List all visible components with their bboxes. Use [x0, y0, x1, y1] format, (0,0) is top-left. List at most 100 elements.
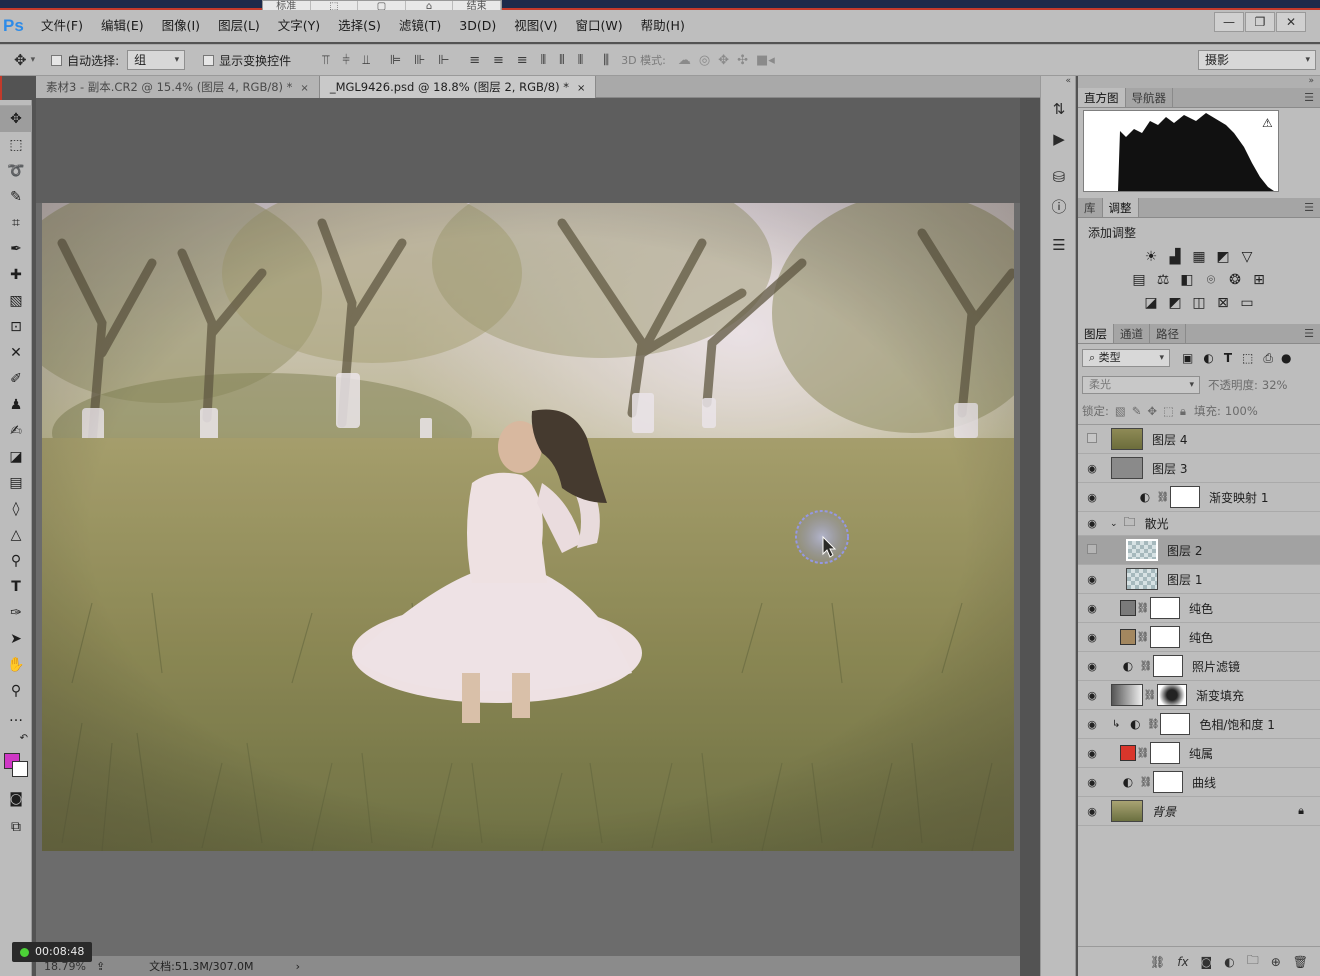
filter-pixel-icon[interactable]: ▣ — [1182, 351, 1193, 365]
menu-help[interactable]: 帮助(H) — [632, 10, 694, 42]
filter-adjust-icon[interactable]: ◐ — [1203, 351, 1213, 365]
link-icon[interactable]: ⛓ — [1156, 492, 1170, 503]
status-menu-chevron-icon[interactable]: › — [296, 960, 300, 973]
color-lookup-icon[interactable]: ⊞ — [1247, 272, 1271, 288]
trash-icon[interactable]: 🗑︎ — [1293, 955, 1308, 969]
fx-icon[interactable]: fx — [1177, 955, 1188, 969]
link-icon[interactable]: ⛓ — [1146, 719, 1160, 730]
align-bottom-icon[interactable]: ⫫ — [363, 53, 370, 68]
workspace-dropdown[interactable]: 摄影 ▾ — [1198, 50, 1316, 70]
gradient-map-icon[interactable]: ▭ — [1235, 295, 1259, 311]
threshold-icon[interactable]: ◫ — [1187, 295, 1211, 311]
layer-row[interactable]: 图层 4 — [1078, 425, 1320, 454]
layer-row[interactable]: ◉ ◐ ⛓ 曲线 — [1078, 768, 1320, 797]
3d-roll-icon[interactable]: ◎ — [699, 53, 710, 68]
tab-library[interactable]: 库 — [1078, 198, 1103, 217]
doc-tab-1[interactable]: 素材3 - 副本.CR2 @ 15.4% (图层 4, RGB/8) * × — [36, 76, 320, 98]
layer-row[interactable]: ◉ ⛓ 渐变填充 — [1078, 681, 1320, 710]
move-tool-icon[interactable]: ✥ — [0, 106, 32, 132]
link-icon[interactable]: ⛓ — [1139, 777, 1153, 788]
layer-row[interactable]: ◉ ◐ ⛓ 渐变映射 1 — [1078, 483, 1320, 512]
swap-colors-icon[interactable]: ↶ — [0, 730, 32, 748]
eye-icon[interactable]: ◉ — [1078, 776, 1106, 789]
layer-row[interactable]: ◉ ↳ ◐ ⛓ 色相/饱和度 1 — [1078, 710, 1320, 739]
auto-select-dropdown[interactable]: 组 ▾ — [127, 50, 186, 70]
3d-panel-icon[interactable]: ⛁ — [1041, 162, 1077, 192]
menu-filter[interactable]: 滤镜(T) — [390, 10, 450, 42]
menu-select[interactable]: 选择(S) — [329, 10, 390, 42]
blend-mode-dropdown[interactable]: 柔光 ▾ — [1082, 376, 1200, 394]
panel-menu-icon[interactable]: ☰ — [1304, 88, 1314, 108]
hue-saturation-icon[interactable]: ▤ — [1127, 272, 1151, 288]
patch-tool-icon[interactable]: ▧ — [0, 288, 32, 314]
brush-tool-icon[interactable]: ✐ — [0, 366, 32, 392]
menu-layer[interactable]: 图层(L) — [209, 10, 269, 42]
lock-artboard-icon[interactable]: ⬚ — [1163, 404, 1174, 418]
hand-tool-icon[interactable]: ✋ — [0, 652, 32, 678]
align-vcenter-icon[interactable]: ⫩ — [342, 53, 350, 68]
type-tool-icon[interactable]: T — [0, 574, 32, 600]
eyedropper-tool-icon[interactable]: ✒ — [0, 236, 32, 262]
3d-slide-icon[interactable]: ✣ — [737, 53, 748, 68]
layer-row[interactable]: ◉ ⛓ 纯色 — [1078, 623, 1320, 652]
eye-icon[interactable]: ◉ — [1078, 718, 1106, 731]
document-photo[interactable] — [42, 203, 1014, 851]
tab-paths[interactable]: 路径 — [1150, 324, 1186, 343]
photo-filter-icon[interactable]: ⌾ — [1199, 272, 1223, 288]
close-button[interactable]: ✕ — [1276, 12, 1306, 32]
pen-tool-icon[interactable]: ✑ — [0, 600, 32, 626]
new-group-icon[interactable]: 🗀︎ — [1247, 951, 1259, 972]
more-tools-icon[interactable]: … — [0, 704, 32, 730]
screen-mode-icon[interactable]: ⧉ — [0, 814, 32, 840]
content-aware-tool-icon[interactable]: ⊡ — [0, 314, 32, 340]
restore-button[interactable]: ❐ — [1245, 12, 1275, 32]
link-layers-icon[interactable]: ⛓ — [1150, 955, 1165, 969]
new-layer-icon[interactable]: ⊕ — [1271, 955, 1281, 969]
lock-position-icon[interactable]: ✥ — [1147, 404, 1157, 418]
3d-scale-icon[interactable]: ■◂ — [756, 53, 775, 68]
visibility-toggle[interactable] — [1078, 432, 1106, 446]
lock-pixels-icon[interactable]: ✎ — [1132, 404, 1142, 418]
exposure-icon[interactable]: ◩ — [1211, 249, 1235, 265]
menu-window[interactable]: 窗口(W) — [567, 10, 632, 42]
show-transform-checkbox[interactable] — [203, 54, 215, 66]
3d-pan-icon[interactable]: ✥ — [718, 53, 729, 68]
content-move-tool-icon[interactable]: ✕ — [0, 340, 32, 366]
dodge-tool-icon[interactable]: ⚲ — [0, 548, 32, 574]
eye-icon[interactable]: ◉ — [1078, 517, 1106, 530]
curves-icon[interactable]: ▦ — [1187, 249, 1211, 265]
marquee-tool-icon[interactable]: ⬚ — [0, 132, 32, 158]
tool-preset-chevron-icon[interactable]: ▾ — [31, 55, 36, 65]
posterize-icon[interactable]: ◩ — [1163, 295, 1187, 311]
align-right-icon[interactable]: ⊩ — [438, 53, 449, 68]
eye-icon[interactable]: ◉ — [1078, 747, 1106, 760]
filter-toggle-icon[interactable]: ● — [1281, 351, 1291, 365]
close-tab-icon[interactable]: × — [577, 83, 585, 94]
filter-type-icon[interactable]: T — [1224, 351, 1232, 365]
layer-row[interactable]: 图层 2 — [1078, 536, 1320, 565]
visibility-toggle[interactable] — [1078, 543, 1106, 557]
eye-icon[interactable]: ◉ — [1078, 491, 1106, 504]
layer-row[interactable]: ◉ ⛓ 纯属 — [1078, 739, 1320, 768]
distribute-left-icon[interactable]: ⦀ — [540, 53, 546, 68]
opacity-value[interactable]: 32% — [1262, 378, 1288, 392]
gradient-tool-icon[interactable]: ▤ — [0, 470, 32, 496]
layer-row[interactable]: ◉ 背景 🔒︎ — [1078, 797, 1320, 826]
channel-mixer-icon[interactable]: ❂ — [1223, 272, 1247, 288]
align-hcenter-icon[interactable]: ⊪ — [414, 53, 425, 68]
link-icon[interactable]: ⛓ — [1143, 690, 1157, 701]
background-color-swatch[interactable] — [12, 761, 28, 777]
lasso-tool-icon[interactable]: ➰ — [0, 158, 32, 184]
collapse-arrows-icon[interactable]: « — [1041, 76, 1075, 94]
distribute-hcenter-icon[interactable]: ⦀ — [559, 53, 565, 68]
black-white-icon[interactable]: ◧ — [1175, 272, 1199, 288]
tab-adjustments[interactable]: 调整 — [1102, 198, 1139, 217]
menu-edit[interactable]: 编辑(E) — [92, 10, 153, 42]
align-top-icon[interactable]: ⫪ — [322, 53, 329, 68]
close-tab-icon[interactable]: × — [300, 83, 308, 94]
distribute-top-icon[interactable]: ≡ — [469, 53, 480, 68]
doc-tab-2[interactable]: _MGL9426.psd @ 18.8% (图层 2, RGB/8) * × — [319, 76, 597, 98]
minimize-button[interactable]: — — [1214, 12, 1244, 32]
eye-icon[interactable]: ◉ — [1078, 631, 1106, 644]
color-balance-icon[interactable]: ⚖ — [1151, 272, 1175, 288]
